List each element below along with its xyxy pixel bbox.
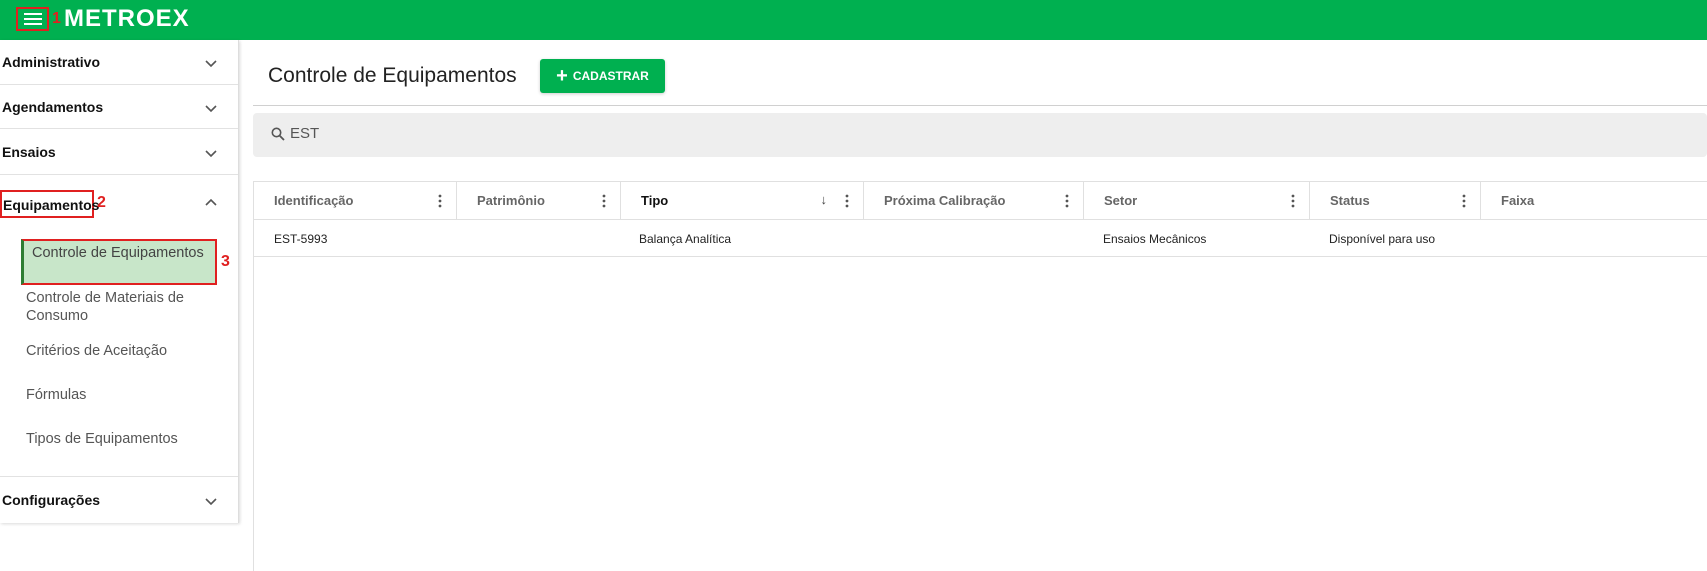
column-header-label: Faixa: [1501, 193, 1535, 208]
sidebar-section-label: Equipamentos: [3, 197, 100, 213]
annotation-marker-3: 3: [221, 253, 230, 270]
menu-icon: [23, 13, 42, 25]
table-row[interactable]: EST-5993 Balança Analítica Ensaios Mecân…: [254, 220, 1707, 257]
sidebar-section-label: Configurações: [2, 492, 101, 508]
sort-descending-icon[interactable]: ↓: [821, 192, 828, 207]
sidebar-section-configuracoes[interactable]: Configurações: [0, 477, 238, 523]
sidebar-item-controle-de-materiais[interactable]: Controle de Materiais de Consumo: [26, 289, 216, 325]
plus-icon: +: [556, 65, 568, 87]
sidebar-item-label: Controle de Equipamentos: [32, 245, 204, 261]
cell-status: Disponível para uso: [1329, 232, 1436, 246]
column-header-identificacao[interactable]: Identificação: [254, 182, 457, 220]
sidebar-section-agendamentos[interactable]: Agendamentos: [0, 85, 238, 129]
column-header-label: Tipo: [641, 193, 669, 208]
column-header-tipo[interactable]: Tipo ↓: [621, 182, 864, 220]
search-input-value: EST: [290, 125, 320, 142]
column-header-patrimonio[interactable]: Patrimônio: [457, 182, 621, 220]
column-header-setor[interactable]: Setor: [1084, 182, 1310, 220]
top-app-bar: 1 METROEX: [0, 0, 1707, 40]
sidebar-section-ensaios[interactable]: Ensaios: [0, 129, 238, 175]
column-menu-icon[interactable]: [1065, 194, 1069, 208]
column-header-label: Identificação: [274, 193, 354, 208]
chevron-down-icon: [205, 150, 217, 158]
equipment-table: Identificação Patrimônio Tipo ↓ Próxima …: [253, 181, 1707, 571]
column-menu-icon[interactable]: [602, 194, 606, 208]
app-logo[interactable]: METROEX: [64, 5, 190, 33]
sidebar-section-administrativo[interactable]: Administrativo: [0, 40, 238, 85]
search-icon: [271, 127, 285, 141]
column-header-label: Patrimônio: [477, 193, 545, 208]
header-divider: [253, 105, 1707, 106]
column-header-proxima-calibracao[interactable]: Próxima Calibração: [864, 182, 1084, 220]
chevron-down-icon: [205, 60, 217, 68]
sidebar-section-equipamentos-header[interactable]: Equipamentos: [0, 190, 99, 218]
column-header-label: Setor: [1104, 193, 1138, 208]
annotation-marker-2: 2: [97, 194, 106, 211]
cell-identificacao: EST-5993: [274, 232, 328, 246]
column-header-status[interactable]: Status: [1310, 182, 1481, 220]
sidebar-item-formulas[interactable]: Fórmulas: [26, 386, 216, 404]
cadastrar-button[interactable]: + CADASTRAR: [540, 59, 665, 93]
column-header-faixa[interactable]: Faixa: [1481, 182, 1707, 220]
column-menu-icon[interactable]: [1291, 194, 1295, 208]
sidebar-section-label: Ensaios: [2, 144, 56, 160]
column-header-label: Status: [1330, 193, 1370, 208]
sidebar-item-controle-de-equipamentos[interactable]: Controle de Equipamentos: [21, 239, 217, 285]
chevron-down-icon: [205, 498, 217, 506]
cell-tipo: Balança Analítica: [639, 232, 732, 246]
column-menu-icon[interactable]: [1462, 194, 1466, 208]
table-header: Identificação Patrimônio Tipo ↓ Próxima …: [254, 182, 1707, 220]
cadastrar-button-label: CADASTRAR: [572, 69, 649, 83]
chevron-down-icon: [205, 105, 217, 113]
column-header-label: Próxima Calibração: [884, 193, 1006, 208]
annotation-marker-1: 1: [52, 10, 61, 27]
column-menu-icon[interactable]: [845, 194, 849, 208]
sidebar-item-tipos-de-equipamentos[interactable]: Tipos de Equipamentos: [26, 430, 216, 448]
page-title: Controle de Equipamentos: [268, 64, 517, 87]
chevron-up-icon[interactable]: [204, 195, 218, 209]
cell-setor: Ensaios Mecânicos: [1103, 232, 1207, 246]
sidebar-item-criterios-de-aceitacao[interactable]: Critérios de Aceitação: [26, 342, 216, 360]
search-input[interactable]: EST: [253, 113, 1707, 157]
sidebar-section-label: Agendamentos: [2, 99, 104, 115]
hamburger-menu-button[interactable]: [16, 7, 49, 31]
column-menu-icon[interactable]: [438, 194, 442, 208]
sidebar-section-label: Administrativo: [2, 54, 101, 70]
